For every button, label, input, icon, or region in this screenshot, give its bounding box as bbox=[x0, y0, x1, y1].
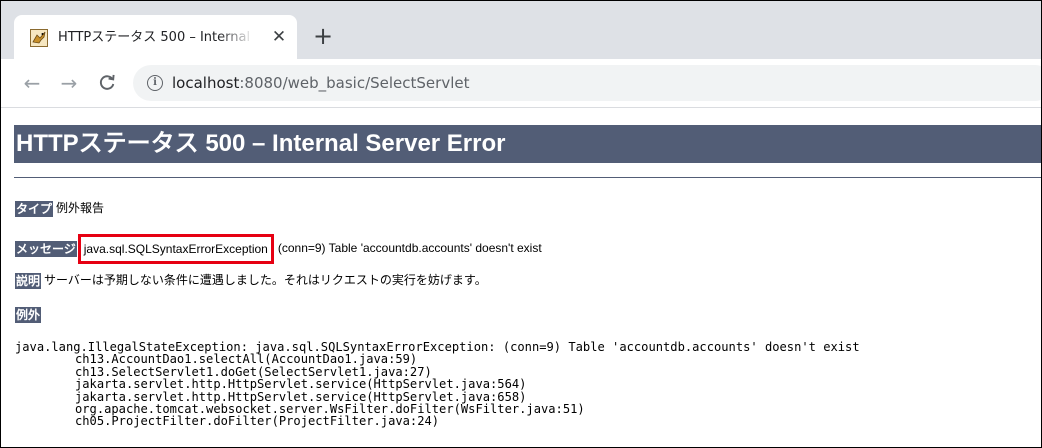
tomcat-icon bbox=[30, 29, 48, 47]
browser-window: HTTPステータス 500 – Internal Server Error ✕ … bbox=[0, 0, 1042, 448]
stack-line: ch05.ProjectFilter.doFilter(ProjectFilte… bbox=[75, 414, 440, 429]
site-info-icon[interactable]: i bbox=[147, 75, 163, 91]
browser-toolbar: ← → i localhost:8080/web_basic/SelectSer… bbox=[1, 59, 1041, 108]
close-tab-icon[interactable]: ✕ bbox=[268, 26, 290, 48]
stack-trace: java.lang.IllegalStateException: java.sq… bbox=[15, 341, 860, 428]
page-content: HTTPステータス 500 – Internal Server Error タイ… bbox=[1, 108, 1041, 447]
description-value: サーバーは予期しない条件に遭遇しました。それはリクエストの実行を妨げます。 bbox=[44, 273, 487, 287]
message-row: メッセージ java.sql.SQLSyntaxErrorException (co… bbox=[15, 234, 542, 264]
type-label: タイプ bbox=[15, 200, 54, 217]
tab-strip: HTTPステータス 500 – Internal Server Error ✕ … bbox=[1, 1, 1041, 59]
error-heading: HTTPステータス 500 – Internal Server Error bbox=[14, 125, 1041, 163]
type-row: タイプ 例外報告 bbox=[15, 198, 104, 218]
type-value: 例外報告 bbox=[56, 201, 105, 215]
url-host: localhost bbox=[172, 74, 240, 92]
highlighted-exception: java.sql.SQLSyntaxErrorException bbox=[77, 234, 274, 264]
tab-title: HTTPステータス 500 – Internal Server Error bbox=[58, 30, 254, 45]
description-row: 説明 サーバーは予期しない条件に遭遇しました。それはリクエストの実行を妨げます。 bbox=[15, 270, 487, 290]
exception-label: 例外 bbox=[15, 306, 42, 323]
divider bbox=[14, 177, 1041, 178]
stack-line: jakarta.servlet.http.HttpServlet.service… bbox=[75, 377, 527, 392]
message-rest: (conn=9) Table 'accountdb.accounts' does… bbox=[277, 241, 542, 256]
browser-tab[interactable]: HTTPステータス 500 – Internal Server Error ✕ bbox=[14, 15, 297, 59]
new-tab-button[interactable]: + bbox=[310, 23, 336, 49]
back-arrow-icon[interactable]: ← bbox=[20, 71, 44, 95]
reload-icon[interactable] bbox=[95, 71, 119, 95]
message-label: メッセージ bbox=[15, 241, 77, 257]
stack-line: ch13.AccountDao1.selectAll(AccountDao1.j… bbox=[75, 352, 418, 367]
exception-row: 例外 bbox=[15, 304, 44, 324]
url-text[interactable]: localhost:8080/web_basic/SelectServlet bbox=[172, 71, 470, 95]
forward-arrow-icon[interactable]: → bbox=[57, 71, 81, 95]
description-label: 説明 bbox=[15, 272, 42, 289]
address-bar[interactable]: i localhost:8080/web_basic/SelectServlet bbox=[133, 65, 1041, 101]
url-path: :8080/web_basic/SelectServlet bbox=[239, 74, 470, 92]
